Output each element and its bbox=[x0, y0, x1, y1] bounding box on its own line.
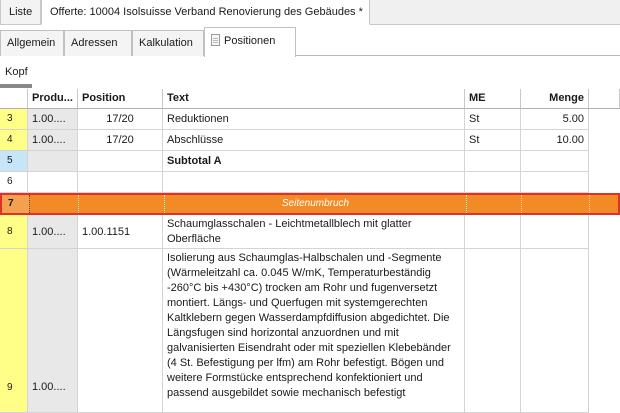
positions-grid: Produ... Position Text ME Menge 3 1.00..… bbox=[0, 89, 620, 413]
column-header-menge[interactable]: Menge bbox=[521, 89, 589, 109]
page-break-divider bbox=[589, 195, 590, 213]
row-number[interactable]: 4 bbox=[0, 130, 28, 151]
column-header-position[interactable]: Position bbox=[78, 89, 163, 109]
cell-position[interactable] bbox=[78, 172, 163, 193]
cell-menge[interactable] bbox=[521, 151, 589, 172]
tab-offerte-label: Offerte: 10004 Isolsuisse Verband Renovi… bbox=[50, 6, 363, 18]
cell-produkt[interactable] bbox=[28, 172, 78, 193]
cell-me[interactable]: St bbox=[465, 130, 521, 151]
column-header-me[interactable]: ME bbox=[465, 89, 521, 109]
cell-position[interactable]: 17/20 bbox=[78, 130, 163, 151]
cell-produkt[interactable]: 1.00.... bbox=[28, 215, 78, 249]
cell-text[interactable] bbox=[163, 172, 465, 193]
cell-position[interactable]: 17/20 bbox=[78, 109, 163, 130]
tab-kalkulation-label: Kalkulation bbox=[139, 37, 193, 49]
cell-menge[interactable]: 10.00 bbox=[521, 130, 589, 151]
tab-allgemein-label: Allgemein bbox=[7, 37, 56, 49]
column-header-text[interactable]: Text bbox=[163, 89, 465, 109]
tab-offerte[interactable]: Offerte: 10004 Isolsuisse Verband Renovi… bbox=[41, 0, 370, 25]
section-kopf-label[interactable]: Kopf bbox=[5, 66, 28, 78]
cell-text[interactable]: Abschlüsse bbox=[163, 130, 465, 151]
section-kopf-indicator bbox=[0, 84, 32, 88]
tab-allgemein[interactable]: Allgemein bbox=[0, 30, 64, 56]
tab-liste[interactable]: Liste bbox=[0, 0, 41, 25]
cell-produkt[interactable]: 1.00.... bbox=[28, 249, 78, 413]
page-break-row[interactable]: 7 Seitenumbruch bbox=[0, 193, 620, 215]
cell-me[interactable] bbox=[465, 249, 521, 413]
page-break-label: Seitenumbruch bbox=[164, 195, 467, 213]
column-header-filler bbox=[589, 89, 620, 109]
tab-kalkulation[interactable]: Kalkulation bbox=[132, 30, 204, 56]
cell-menge[interactable] bbox=[521, 172, 589, 193]
page-break-divider bbox=[521, 195, 522, 213]
row-number[interactable]: 8 bbox=[0, 215, 28, 249]
cell-position[interactable] bbox=[78, 249, 163, 413]
page-break-divider bbox=[78, 195, 79, 213]
document-tab-bar: Liste Offerte: 10004 Isolsuisse Verband … bbox=[0, 0, 620, 25]
cell-text[interactable]: Schaumglasschalen - Leichtmetallblech mi… bbox=[163, 215, 465, 249]
cell-text[interactable]: Reduktionen bbox=[163, 109, 465, 130]
cell-menge[interactable] bbox=[521, 249, 589, 413]
tab-positionen-label: Positionen bbox=[224, 35, 276, 47]
tab-liste-label: Liste bbox=[9, 6, 33, 18]
cell-me[interactable] bbox=[465, 151, 521, 172]
cell-menge[interactable] bbox=[521, 215, 589, 249]
tab-positionen[interactable]: Positionen bbox=[204, 27, 296, 57]
cell-menge[interactable]: 5.00 bbox=[521, 109, 589, 130]
cell-me[interactable] bbox=[465, 172, 521, 193]
tab-adressen[interactable]: Adressen bbox=[64, 30, 132, 56]
row-number[interactable]: 9 bbox=[0, 249, 28, 413]
document-icon bbox=[211, 34, 220, 46]
row-number[interactable]: 5 bbox=[0, 151, 28, 172]
cell-produkt[interactable]: 1.00.... bbox=[28, 109, 78, 130]
cell-me[interactable] bbox=[465, 215, 521, 249]
row-number[interactable]: 3 bbox=[0, 109, 28, 130]
detail-tab-bar: Allgemein Adressen Kalkulation Positione… bbox=[0, 25, 620, 57]
cell-produkt[interactable] bbox=[28, 151, 78, 172]
cell-text[interactable]: Isolierung aus Schaumglas-Halbschalen un… bbox=[163, 249, 465, 413]
column-header-produkt[interactable]: Produ... bbox=[28, 89, 78, 109]
row-number[interactable]: 7 bbox=[2, 195, 30, 213]
cell-me[interactable]: St bbox=[465, 109, 521, 130]
cell-text-subtotal[interactable]: Subtotal A bbox=[163, 151, 465, 172]
cell-produkt[interactable]: 1.00.... bbox=[28, 130, 78, 151]
cell-position[interactable] bbox=[78, 151, 163, 172]
tab-adressen-label: Adressen bbox=[71, 37, 118, 49]
cell-position[interactable]: 1.00.1151 bbox=[78, 215, 163, 249]
row-number[interactable]: 6 bbox=[0, 172, 28, 193]
row-number-header bbox=[0, 89, 28, 109]
